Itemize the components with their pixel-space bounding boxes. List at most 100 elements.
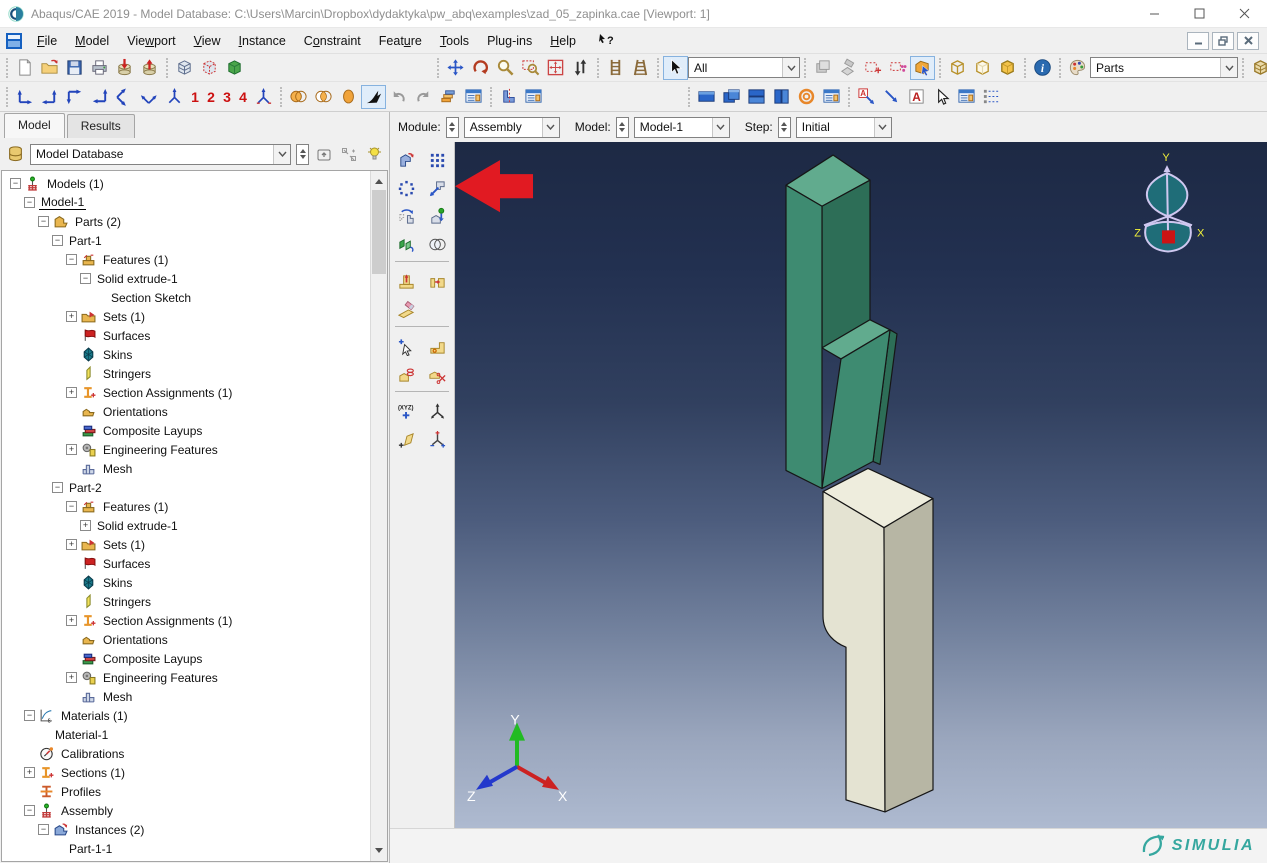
tree-item-instances-2[interactable]: −Instances (2) [2,820,370,839]
save-icon[interactable] [62,56,87,80]
tree-item-stringers[interactable]: Stringers [2,592,370,611]
model-spinner[interactable] [616,117,629,138]
merge-cut-icon[interactable] [393,231,421,257]
menu-help[interactable]: Help [541,30,585,52]
step-spinner[interactable] [778,117,791,138]
tile-vertical-icon[interactable] [769,85,794,109]
expand-node-icon[interactable]: + [80,520,91,531]
chevron-down-icon[interactable] [273,145,290,164]
tile-cascade-icon[interactable] [719,85,744,109]
collapse-node-icon[interactable]: − [80,273,91,284]
collapse-node-icon[interactable]: − [24,805,35,816]
create-instance-icon[interactable] [393,147,421,173]
tree-item-material-1[interactable]: Material-1 [2,725,370,744]
export-model-icon[interactable] [137,56,162,80]
toolbar-grip[interactable] [1059,58,1061,78]
rotate-instance-icon[interactable] [393,203,421,229]
menu-plug-ins[interactable]: Plug-ins [478,30,541,52]
cut-shaded-icon[interactable] [222,56,247,80]
selection-filter-dropdown[interactable]: All [688,57,800,78]
box-zoom-icon[interactable] [518,56,543,80]
menu-feature[interactable]: Feature [370,30,431,52]
expand-node-icon[interactable]: + [66,539,77,550]
translate-instance-icon[interactable] [424,175,452,201]
magnify-icon[interactable] [493,56,518,80]
venn-intersect-icon[interactable] [311,85,336,109]
tree-item-features-1[interactable]: −Features (1) [2,250,370,269]
toolbar-grip[interactable] [166,58,168,78]
chevron-down-icon[interactable] [712,118,729,137]
tree-item-materials-1[interactable]: −εMaterials (1) [2,706,370,725]
tab-model[interactable]: Model [4,113,65,138]
chevron-down-icon[interactable] [782,58,799,77]
select-points-icon[interactable] [885,56,910,80]
toolbar-grip[interactable] [6,58,8,78]
collapse-node-icon[interactable]: − [38,216,49,227]
color-code-dropdown[interactable]: Parts [1090,57,1238,78]
child-minimize-icon[interactable] [1187,32,1209,50]
datum-axis-icon[interactable] [424,398,452,424]
translate-to-icon[interactable] [424,203,452,229]
arrow-annotation-icon[interactable] [879,85,904,109]
view-preset-2-button[interactable]: 2 [203,86,219,108]
constraint-parallel-face-icon[interactable] [393,268,421,294]
toolbar-grip[interactable] [848,87,850,107]
manager-window-icon[interactable] [461,85,486,109]
tree-item-mesh[interactable]: Mesh [2,459,370,478]
tree-item-assembly[interactable]: −Assembly [2,801,370,820]
cut-wire-icon[interactable] [172,56,197,80]
scrollbar-thumb[interactable] [372,190,386,274]
edit-feature-icon[interactable] [393,296,421,322]
copy-viewport-icon[interactable] [810,56,835,80]
print-icon[interactable] [87,56,112,80]
toolbar-grip[interactable] [597,58,599,78]
toolbar-grip[interactable] [688,87,690,107]
toolbar-grip[interactable] [939,58,941,78]
menu-file[interactable]: File [28,30,66,52]
manager-window-icon[interactable] [819,85,844,109]
import-model-icon[interactable] [112,56,137,80]
tree-item-mesh[interactable]: Mesh [2,687,370,706]
constraint-edge-to-edge-icon[interactable] [424,333,452,359]
menu-tools[interactable]: Tools [431,30,478,52]
collapse-node-icon[interactable]: − [10,178,21,189]
bulb-icon[interactable] [364,144,384,164]
render-wire-icon[interactable] [945,56,970,80]
collapse-node-icon[interactable]: − [66,254,77,265]
tree-item-solid-extrude-1[interactable]: +Solid extrude-1 [2,516,370,535]
open-file-icon[interactable] [37,56,62,80]
constraint-cut-icon[interactable] [424,361,452,387]
tree-item-features-1[interactable]: −Features (1) [2,497,370,516]
expand-node-icon[interactable]: + [66,615,77,626]
annotation-cursor-icon[interactable] [929,85,954,109]
query-ladder-icon[interactable] [603,56,628,80]
constraint-coaxial-icon[interactable] [393,361,421,387]
tree-item-section-assignments-1[interactable]: +Section Assignments (1) [2,611,370,630]
display-groups-icon[interactable] [1248,56,1267,80]
tree-item-solid-extrude-1[interactable]: −Solid extrude-1 [2,269,370,288]
select-rect-icon[interactable] [860,56,885,80]
tree-item-models-1[interactable]: −Models (1) [2,174,370,193]
pan-icon[interactable] [443,56,468,80]
menu-view[interactable]: View [185,30,230,52]
toolbar-grip[interactable] [1242,58,1244,78]
tree-item-section-assignments-1[interactable]: +Section Assignments (1) [2,383,370,402]
spiral-icon[interactable] [794,85,819,109]
tree-item-part-1-1[interactable]: Part-1-1 [2,839,370,858]
toolbar-grip[interactable] [490,87,492,107]
collapse-node-icon[interactable]: − [24,197,35,208]
toolbar-grip[interactable] [1024,58,1026,78]
tree-item-section-sketch[interactable]: Section Sketch [2,288,370,307]
text-A-icon[interactable]: A [904,85,929,109]
tree-item-sets-1[interactable]: +Sets (1) [2,307,370,326]
close-icon[interactable] [1222,0,1267,27]
palette-icon[interactable] [1065,56,1090,80]
view-perspective-icon[interactable] [251,85,276,109]
tree-item-engineering-features[interactable]: +Engineering Features [2,668,370,687]
link-tree-icon[interactable] [339,144,359,164]
toolbar-grip[interactable] [657,58,659,78]
viewport-canvas[interactable]: Y Z X Y X Z [455,142,1267,828]
step-dropdown[interactable]: Initial [796,117,892,138]
tab-results[interactable]: Results [67,114,135,138]
view-preset-1-button[interactable]: 1 [187,86,203,108]
